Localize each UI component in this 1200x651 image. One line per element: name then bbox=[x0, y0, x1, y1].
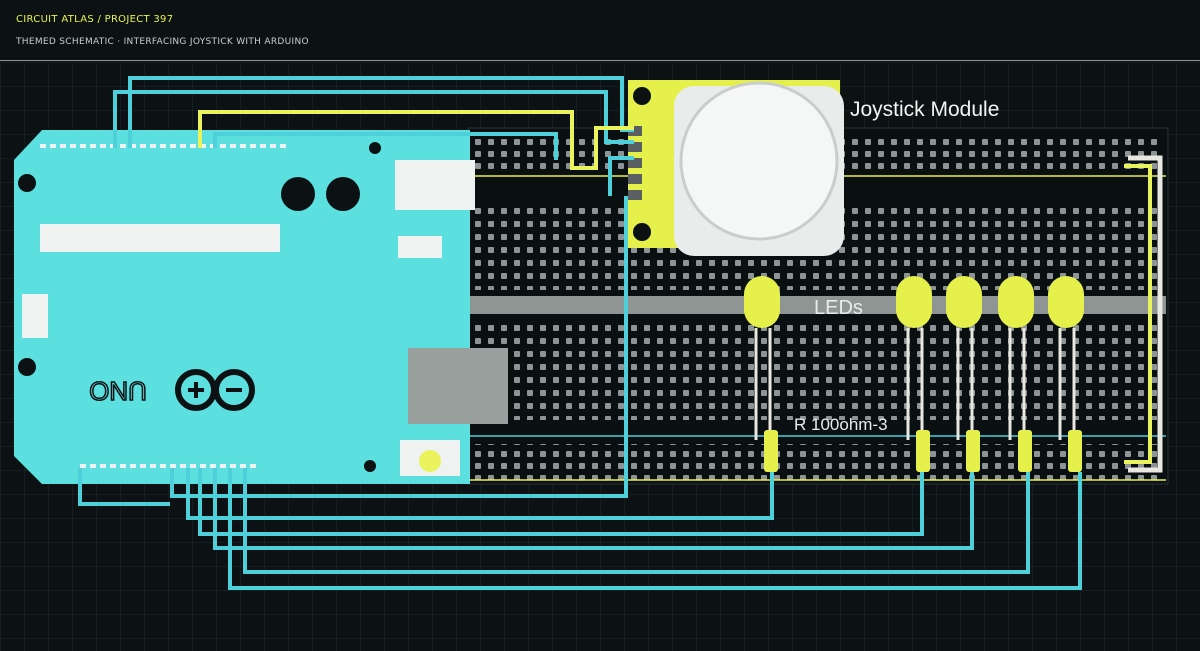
usb-port bbox=[408, 348, 508, 424]
mount-hole-3 bbox=[369, 142, 381, 154]
joystick-mount-hole bbox=[633, 87, 651, 105]
power-jack bbox=[395, 160, 475, 210]
capacitor-1 bbox=[281, 177, 315, 211]
leds-label: LEDs bbox=[814, 297, 863, 319]
header-strip bbox=[40, 224, 280, 252]
board-logo-text: UNO bbox=[89, 376, 147, 406]
page-subtitle: THEMED SCHEMATIC · INTERFACING JOYSTICK … bbox=[16, 37, 309, 47]
arduino-board[interactable]: UNO bbox=[14, 130, 508, 484]
joystick-knob[interactable] bbox=[679, 81, 839, 241]
header-bar: CIRCUIT ATLAS / PROJECT 397 THEMED SCHEM… bbox=[0, 0, 1200, 61]
resistor-2[interactable] bbox=[916, 430, 930, 472]
icsp-header bbox=[22, 294, 48, 338]
joystick-module[interactable] bbox=[628, 80, 844, 256]
mount-hole-2 bbox=[18, 358, 36, 376]
joystick-label: Joystick Module bbox=[850, 98, 999, 121]
reset-button[interactable] bbox=[419, 450, 441, 472]
resistor-4[interactable] bbox=[1018, 430, 1032, 472]
resistor-1[interactable] bbox=[764, 430, 778, 472]
breadcrumb[interactable]: CIRCUIT ATLAS / PROJECT 397 bbox=[16, 14, 173, 25]
regulator bbox=[398, 236, 442, 258]
schematic-canvas: UNO Joystick Module LEDs R 100ohm-3 bbox=[0, 62, 1200, 651]
resistor-label: R 100ohm-3 bbox=[794, 415, 888, 434]
resistor-3[interactable] bbox=[966, 430, 980, 472]
mount-hole-1 bbox=[18, 174, 36, 192]
resistor-5[interactable] bbox=[1068, 430, 1082, 472]
bottom-power-rail bbox=[472, 444, 1164, 480]
mount-hole-4 bbox=[364, 460, 376, 472]
capacitor-2 bbox=[326, 177, 360, 211]
joystick-mount-hole bbox=[633, 223, 651, 241]
